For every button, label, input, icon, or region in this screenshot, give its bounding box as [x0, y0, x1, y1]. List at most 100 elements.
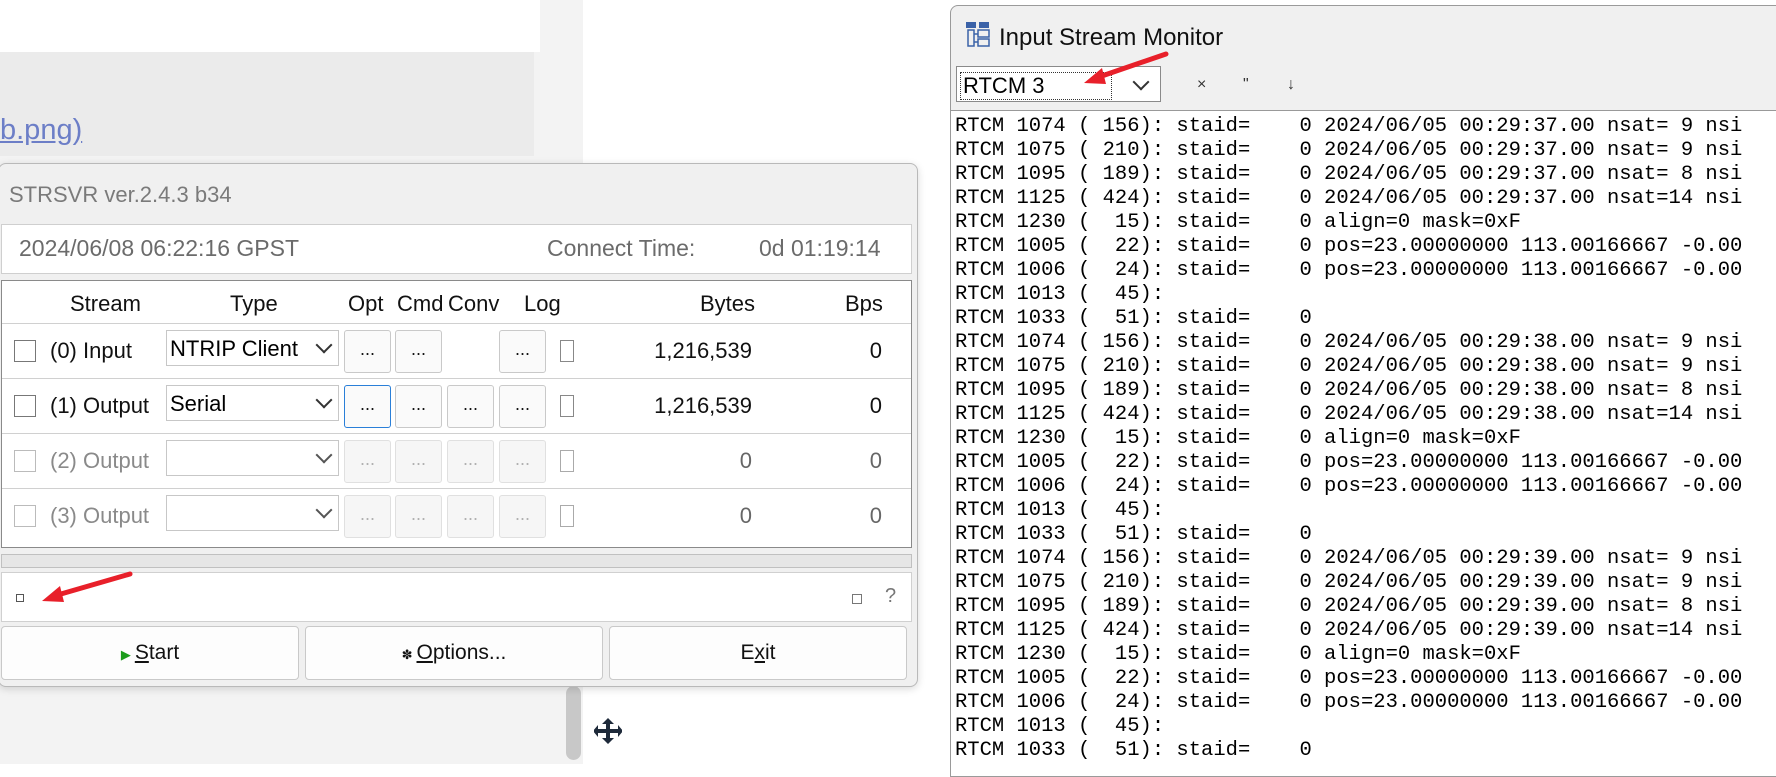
exit-label-start: E: [740, 641, 755, 664]
console-line: RTCM 1125 ( 424): staid= 0 2024/06/05 00…: [955, 619, 1743, 642]
help-button[interactable]: ?: [885, 585, 896, 608]
exit-label-rest: it: [765, 641, 776, 664]
play-icon: ▶: [120, 647, 131, 662]
start-button[interactable]: ▶ Start: [1, 626, 299, 680]
exit-button[interactable]: Exit: [609, 626, 907, 680]
bytes-value-3: 0: [739, 503, 752, 528]
stream-checkbox-3[interactable]: [14, 505, 36, 527]
stream-type-select-2[interactable]: [166, 440, 339, 476]
scroll-down-icon[interactable]: ↓: [1287, 76, 1295, 94]
strsvr-title: STRSVR ver.2.4.3 b34: [9, 182, 232, 207]
stream-type-select-3[interactable]: [166, 495, 339, 531]
progress-bar: [1, 554, 912, 568]
cmd-button-0[interactable]: ...: [395, 330, 442, 373]
header-opt: Opt: [348, 291, 384, 316]
bps-value-0: 0: [869, 338, 882, 363]
console-line: RTCM 1095 ( 189): staid= 0 2024/06/05 00…: [955, 163, 1743, 186]
connect-time-label: Connect Time:: [547, 235, 696, 261]
opt-button-3: ...: [344, 495, 391, 538]
opt-button-0[interactable]: ...: [344, 330, 391, 373]
bps-value-3: 0: [869, 503, 882, 528]
console-line: RTCM 1013 ( 45):: [955, 715, 1165, 738]
stream-checkbox-2[interactable]: [14, 450, 36, 472]
bytes-value-0: 1,216,539: [654, 338, 752, 363]
header-bytes: Bytes: [700, 291, 756, 316]
monitor-console[interactable]: RTCM 1074 ( 156): staid= 0 2024/06/05 00…: [951, 110, 1776, 776]
status-indicator-icon[interactable]: [16, 594, 24, 602]
background-scrollbar[interactable]: [566, 686, 581, 760]
console-line: RTCM 1075 ( 210): staid= 0 2024/06/05 00…: [955, 139, 1743, 162]
cmd-button-1[interactable]: ...: [395, 385, 442, 428]
stream-checkbox-0[interactable]: [14, 340, 36, 362]
options-underline: O: [416, 641, 433, 664]
bytes-value-1: 1,216,539: [654, 393, 752, 418]
stream-type-value-1: Serial: [170, 391, 227, 416]
stream-type-select-0[interactable]: NTRIP Client: [166, 330, 339, 366]
bytes-value-2: 0: [739, 448, 752, 473]
console-line: RTCM 1230 ( 15): staid= 0 align=0 mask=0…: [955, 211, 1521, 234]
stream-checkbox-1[interactable]: [14, 395, 36, 417]
chevron-down-icon: [315, 446, 333, 464]
chevron-down-icon: [315, 391, 333, 409]
current-time: 2024/06/08 06:22:16 GPST: [19, 235, 300, 261]
console-line: RTCM 1230 ( 15): staid= 0 align=0 mask=0…: [955, 643, 1521, 666]
header-conv: Conv: [448, 291, 500, 316]
panel-toggle-icon[interactable]: [852, 594, 862, 604]
options-label: ptions...: [432, 641, 507, 664]
log-indicator-2: [560, 450, 574, 472]
input-stream-monitor-window: Input Stream Monitor RTCM 3 × " ↓ RTCM 1…: [950, 5, 1776, 777]
console-line: RTCM 1125 ( 424): staid= 0 2024/06/05 00…: [955, 403, 1743, 426]
console-line: RTCM 1230 ( 15): staid= 0 align=0 mask=0…: [955, 427, 1521, 450]
console-line: RTCM 1074 ( 156): staid= 0 2024/06/05 00…: [955, 115, 1743, 138]
log-indicator-1: [560, 395, 574, 417]
console-line: RTCM 1033 ( 51): staid= 0: [955, 523, 1312, 546]
console-line: RTCM 1013 ( 45):: [955, 283, 1165, 306]
console-line: RTCM 1075 ( 210): staid= 0 2024/06/05 00…: [955, 355, 1743, 378]
stream-grid: Stream Type Opt Cmd Conv Log Bytes Bps (…: [1, 280, 912, 548]
stream-type-select-1[interactable]: Serial: [166, 385, 339, 421]
chevron-down-icon: [315, 501, 333, 519]
console-line: RTCM 1005 ( 22): staid= 0 pos=23.0000000…: [955, 235, 1743, 258]
stream-row-3: (3) Output ... ... ... ... 0 0: [2, 488, 911, 544]
strsvr-window: STRSVR ver.2.4.3 b34 2024/06/08 06:22:16…: [0, 163, 918, 687]
stream-label-2: (2) Output: [50, 448, 150, 473]
console-line: RTCM 1006 ( 24): staid= 0 pos=23.0000000…: [955, 259, 1743, 282]
opt-button-1[interactable]: ...: [344, 385, 391, 428]
console-line: RTCM 1013 ( 45):: [955, 499, 1165, 522]
stream-row-2: (2) Output ... ... ... ... 0 0: [2, 433, 911, 489]
gear-icon: ✽: [401, 647, 413, 662]
pause-icon[interactable]: ": [1243, 76, 1249, 94]
header-type: Type: [230, 291, 278, 316]
options-button[interactable]: ✽ Options...: [305, 626, 603, 680]
chevron-down-icon: [315, 336, 333, 354]
stream-row-1: (1) Output Serial ... ... ... ... 1,216,…: [2, 378, 911, 434]
clear-icon[interactable]: ×: [1197, 76, 1206, 94]
console-line: RTCM 1006 ( 24): staid= 0 pos=23.0000000…: [955, 691, 1743, 714]
connect-time-value: 0d 01:19:14: [759, 235, 881, 261]
conv-button-1[interactable]: ...: [447, 385, 494, 428]
cmd-button-2: ...: [395, 440, 442, 483]
move-cross-icon[interactable]: [593, 716, 623, 754]
bps-value-1: 0: [869, 393, 882, 418]
console-line: RTCM 1005 ( 22): staid= 0 pos=23.0000000…: [955, 667, 1743, 690]
stream-label-3: (3) Output: [50, 503, 150, 528]
annotation-arrow-status: [42, 571, 133, 602]
console-line: RTCM 1074 ( 156): staid= 0 2024/06/05 00…: [955, 547, 1743, 570]
log-button-0[interactable]: ...: [499, 330, 546, 373]
header-log: Log: [524, 291, 561, 316]
stream-type-value-0: NTRIP Client: [170, 336, 298, 361]
console-line: RTCM 1006 ( 24): staid= 0 pos=23.0000000…: [955, 475, 1743, 498]
background-link[interactable]: b.png): [0, 114, 82, 147]
time-panel: 2024/06/08 06:22:16 GPST Connect Time: 0…: [1, 224, 912, 274]
log-button-2: ...: [499, 440, 546, 483]
conv-button-2: ...: [447, 440, 494, 483]
cmd-button-3: ...: [395, 495, 442, 538]
opt-button-2: ...: [344, 440, 391, 483]
log-button-1[interactable]: ...: [499, 385, 546, 428]
console-line: RTCM 1033 ( 51): staid= 0: [955, 307, 1312, 330]
console-line: RTCM 1033 ( 51): staid= 0: [955, 739, 1312, 762]
log-indicator-3: [560, 505, 574, 527]
background-white-area: [0, 0, 540, 52]
console-line: RTCM 1074 ( 156): staid= 0 2024/06/05 00…: [955, 331, 1743, 354]
console-line: RTCM 1125 ( 424): staid= 0 2024/06/05 00…: [955, 187, 1743, 210]
